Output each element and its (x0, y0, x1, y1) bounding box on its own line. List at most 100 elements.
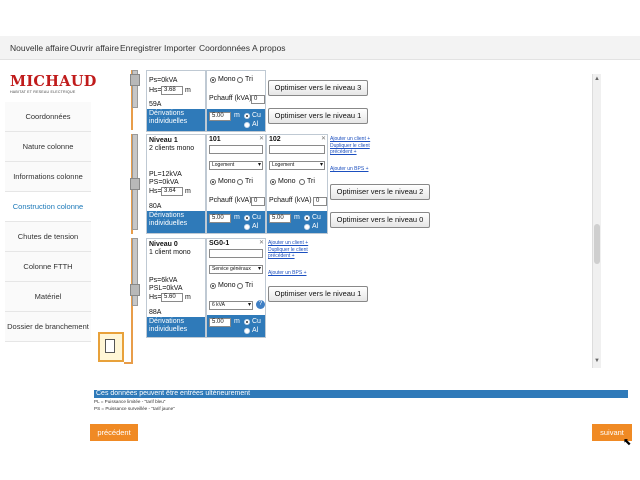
al-radio[interactable] (244, 224, 250, 230)
derivation-length-input[interactable]: 5.00 (209, 318, 231, 327)
scroll-down-icon[interactable]: ▼ (594, 358, 600, 364)
help-icon[interactable]: ? (256, 300, 265, 309)
pchauff-input[interactable]: 0 (251, 95, 265, 104)
cu-radio[interactable] (244, 319, 250, 325)
level-0-hs-unit: m (185, 294, 191, 301)
column-cap (130, 284, 140, 296)
add-client-link[interactable]: Ajouter un client + (330, 136, 370, 142)
mouse-cursor-icon: ⬉ (623, 437, 632, 448)
pchauff-input[interactable]: 0 (251, 197, 265, 206)
al-radio[interactable] (244, 328, 250, 334)
scroll-up-icon[interactable]: ▲ (594, 76, 600, 82)
kva-select[interactable]: 6 kVA (209, 301, 253, 310)
sidebar-item-coordonnees[interactable]: Coordonnées (5, 102, 91, 132)
level-hs-unit: m (185, 87, 191, 94)
tri-radio[interactable] (237, 77, 243, 83)
cu-radio[interactable] (304, 215, 310, 221)
optimize-level-2-button[interactable]: Optimiser vers le niveau 2 (330, 184, 430, 200)
mono-label: Mono (278, 178, 296, 185)
level-1-summary: Niveau 1 2 clients mono PL=12kVA PS=0kVA… (146, 134, 206, 234)
level-hs-input[interactable]: 3.68 (161, 86, 183, 95)
client-type-select[interactable]: Service généraux (209, 265, 263, 274)
top-menu-bar: Nouvelle affaire Ouvrir affaire Enregist… (0, 36, 640, 60)
level-2-summary: Ps=0kVA Hs= 3.68 m 59A Dérivations indiv… (146, 70, 206, 132)
add-bps-link[interactable]: Ajouter un BPS + (268, 270, 307, 276)
tri-radio[interactable] (299, 179, 305, 185)
duplicate-client-link[interactable]: Dupliquer le client précédent + (268, 247, 312, 259)
level-amps: 59A (149, 101, 162, 108)
level-0-hs-input[interactable]: 5.60 (161, 293, 183, 302)
sidebar-item-dossier-de-branchement[interactable]: Dossier de branchement (5, 312, 91, 342)
derivation-length-input[interactable]: 5.00 (209, 214, 231, 223)
al-label: Al (312, 223, 319, 230)
duplicate-client-link[interactable]: Dupliquer le client précédent + (330, 143, 374, 155)
level-0-hs-label: Hs= (149, 294, 162, 301)
client-field[interactable] (209, 145, 263, 154)
add-client-link[interactable]: Ajouter un client + (268, 240, 308, 246)
level-1-hs-input[interactable]: 3.64 (161, 187, 183, 196)
mono-radio[interactable] (210, 77, 216, 83)
client-card-102: 102 ✕ Logement Mono Tri Pchauff (kVA) 0 … (266, 134, 328, 234)
previous-button[interactable]: précédent (90, 424, 138, 441)
level-1-subtitle: 2 clients mono (149, 145, 195, 152)
mono-radio[interactable] (270, 179, 276, 185)
client-field[interactable] (269, 145, 325, 154)
pchauff-label: Pchauff (kVA) (209, 197, 252, 204)
sidebar-item-materiel[interactable]: Matériel (5, 282, 91, 312)
menu-a-propos[interactable]: A propos (252, 43, 286, 53)
optimize-level-3-button[interactable]: Optimiser vers le niveau 3 (268, 80, 368, 96)
optimize-level-1-button[interactable]: Optimiser vers le niveau 1 (268, 286, 368, 302)
level-hs-label: Hs= (149, 87, 162, 94)
client-type-select[interactable]: Logement (269, 161, 325, 170)
derivations-label: Dérivations individuelles (147, 109, 205, 131)
al-radio[interactable] (244, 122, 250, 128)
sidebar-item-informations-colonne[interactable]: Informations colonne (5, 162, 91, 192)
vertical-scrollbar[interactable]: ▲ ▼ (592, 74, 601, 368)
mono-label: Mono (218, 178, 236, 185)
al-label: Al (252, 327, 259, 334)
tri-radio[interactable] (237, 283, 243, 289)
sidebar-item-chutes-de-tension[interactable]: Chutes de tension (5, 222, 91, 252)
pchauff-label: Pchauff (kVA) (209, 95, 252, 102)
scrollbar-thumb[interactable] (594, 224, 600, 264)
al-label: Al (252, 223, 259, 230)
optimize-level-0-button[interactable]: Optimiser vers le niveau 0 (330, 212, 430, 228)
client-field[interactable] (209, 249, 263, 258)
menu-importer[interactable]: Importer (164, 43, 196, 53)
derivation-unit: m (234, 112, 240, 119)
menu-nouvelle-affaire[interactable]: Nouvelle affaire (10, 43, 69, 53)
brand-logo: MICHAUD HABITAT ET RESEAU ELECTRIQUE (10, 74, 96, 100)
level-1-hs-label: Hs= (149, 188, 162, 195)
menu-coordonnees[interactable]: Coordonnées (199, 43, 250, 53)
derivation-length-input[interactable]: 5.00 (269, 214, 291, 223)
mono-radio[interactable] (210, 283, 216, 289)
tri-radio[interactable] (237, 179, 243, 185)
client-type-select[interactable]: Logement (209, 161, 263, 170)
tri-label: Tri (245, 178, 253, 185)
level-ps: Ps=0kVA (149, 77, 178, 84)
sidebar-item-colonne-ftth[interactable]: Colonne FTTH (5, 252, 91, 282)
level-0-summary: Niveau 0 1 client mono Ps=6kVA PSL=0kVA … (146, 238, 206, 338)
remove-client-icon[interactable]: ✕ (259, 239, 264, 246)
cu-radio[interactable] (244, 215, 250, 221)
column-line (124, 362, 133, 364)
pchauff-input[interactable]: 0 (313, 197, 327, 206)
add-bps-link[interactable]: Ajouter un BPS + (330, 166, 369, 172)
remove-client-icon[interactable]: ✕ (321, 135, 326, 142)
optimize-level-1-button[interactable]: Optimiser vers le niveau 1 (268, 108, 368, 124)
sidebar-item-nature-colonne[interactable]: Nature colonne (5, 132, 91, 162)
remove-client-icon[interactable]: ✕ (259, 135, 264, 142)
level-0-psl: PSL=0kVA (149, 285, 183, 292)
menu-enregistrer[interactable]: Enregistrer (120, 43, 162, 53)
sidebar-item-construction-colonne[interactable]: Construction colonne (5, 192, 91, 222)
logo-tagline: HABITAT ET RESEAU ELECTRIQUE (10, 90, 76, 94)
notice-bar: Ces données peuvent être entrées ultérie… (94, 390, 628, 398)
tri-label: Tri (307, 178, 315, 185)
level-1-title: Niveau 1 (149, 137, 178, 144)
al-radio[interactable] (304, 224, 310, 230)
cu-radio[interactable] (244, 113, 250, 119)
derivation-length-input[interactable]: 5.00 (209, 112, 231, 121)
level-1-ps: PS=0kVA (149, 179, 179, 186)
menu-ouvrir-affaire[interactable]: Ouvrir affaire (70, 43, 119, 53)
mono-radio[interactable] (210, 179, 216, 185)
